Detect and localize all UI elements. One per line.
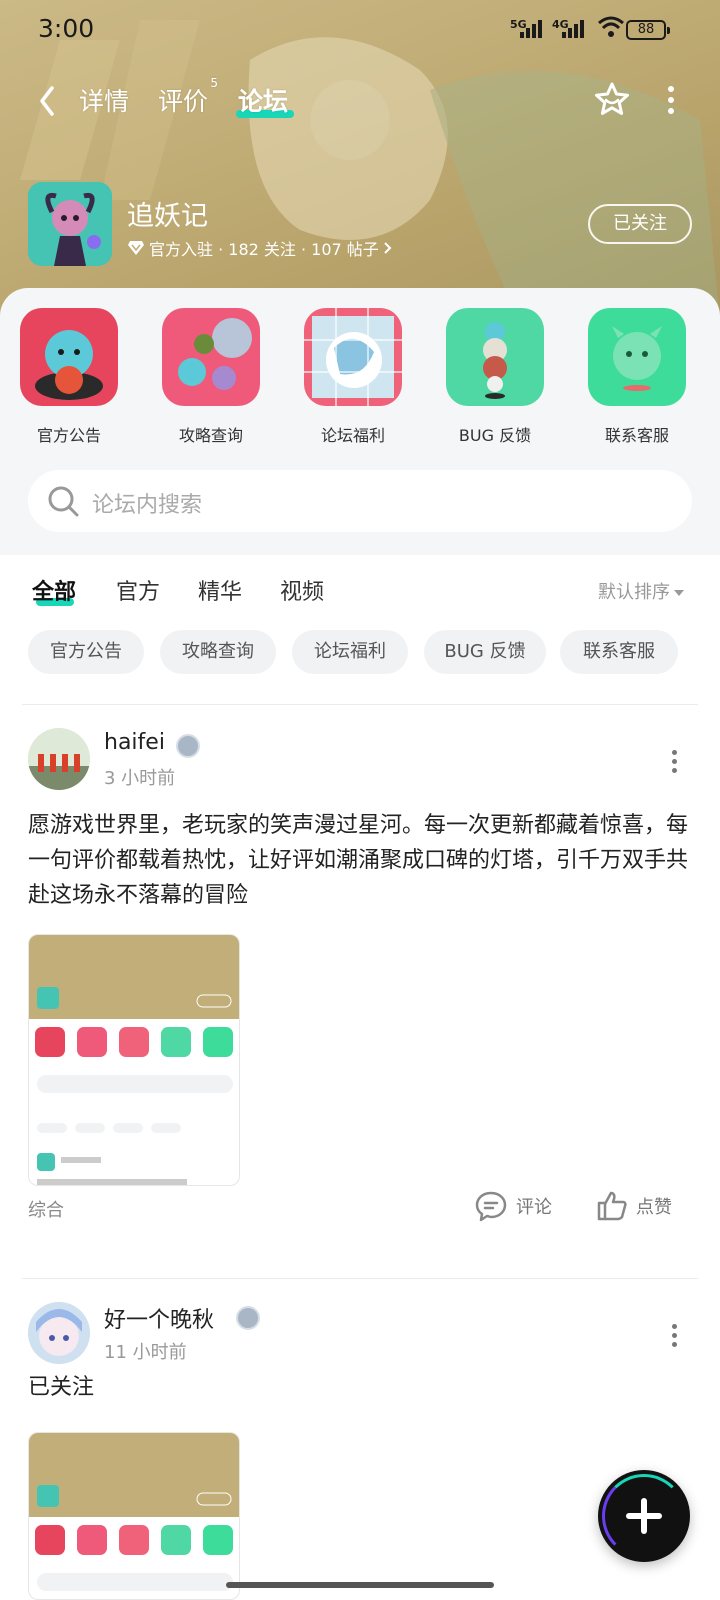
shortcut-label: 联系客服: [604, 426, 669, 445]
wifi-icon: [598, 16, 624, 37]
battery-indicator: 88: [626, 20, 670, 40]
tab-reviews[interactable]: 评价 5: [158, 76, 218, 118]
filter-tab-featured[interactable]: 精华: [198, 574, 242, 606]
chip-support[interactable]: 联系客服: [560, 630, 678, 674]
chip-announcements[interactable]: 官方公告: [28, 630, 144, 674]
divider: [22, 704, 698, 705]
shortcut-support[interactable]: 联系客服: [588, 308, 688, 446]
filter-tab-video[interactable]: 视频: [280, 574, 324, 606]
avatar[interactable]: [28, 728, 90, 790]
post-author[interactable]: haifei: [104, 730, 165, 755]
verified-diamond-icon: [128, 241, 144, 255]
like-button[interactable]: 点赞: [596, 1190, 672, 1222]
category-chips: 官方公告 攻略查询 论坛福利 BUG 反馈 联系客服: [0, 630, 720, 676]
filter-tab-all[interactable]: 全部: [32, 574, 76, 606]
shortcut-bug-report[interactable]: BUG 反馈: [446, 308, 546, 446]
like-label: 点赞: [636, 1197, 672, 1218]
forum-header: 3:00 5G 4G 88 详情 评价 5 论坛 追妖记 官方入驻 · 182 …: [0, 0, 720, 320]
game-title: 追妖记: [127, 201, 208, 232]
post-time: 3 小时前: [104, 768, 176, 789]
forum-search-bar[interactable]: 论坛内搜索: [28, 470, 692, 532]
shortcut-label: BUG 反馈: [458, 426, 532, 445]
plus-icon: [641, 1498, 647, 1534]
post-image[interactable]: [28, 1432, 240, 1600]
follow-button[interactable]: 已关注: [588, 204, 692, 244]
search-input[interactable]: 论坛内搜索: [92, 487, 202, 519]
favorite-star-icon[interactable]: [592, 80, 632, 120]
back-arrow-icon[interactable]: [34, 84, 62, 118]
comment-icon: [475, 1191, 507, 1222]
tab-reviews-count: 5: [210, 76, 219, 90]
more-options-icon[interactable]: [664, 86, 678, 116]
game-stats[interactable]: 官方入驻 · 182 关注 · 107 帖子: [127, 236, 393, 260]
comment-label: 评论: [516, 1197, 552, 1218]
customer-service-icon: [588, 308, 686, 406]
status-time: 3:00: [38, 14, 95, 43]
post-text[interactable]: 愿游戏世界里，老玩家的笑声漫过星河。每一次更新都藏着惊喜，每一句评价都载着热忱，…: [28, 808, 696, 913]
guide-icon: [162, 308, 260, 406]
comment-button[interactable]: 评论: [474, 1190, 552, 1222]
post-image[interactable]: [28, 934, 240, 1186]
screenshot-thumbnail: [29, 1433, 239, 1599]
benefits-icon: [304, 308, 402, 406]
shortcut-label: 官方公告: [36, 426, 101, 445]
chevron-right-icon: [384, 242, 392, 254]
thumbs-up-icon: [597, 1191, 627, 1221]
status-bar: 3:00 5G 4G 88: [0, 0, 720, 62]
shortcut-label: 攻略查询: [178, 426, 243, 445]
post-text[interactable]: 已关注: [28, 1370, 696, 1405]
announcement-icon: [20, 308, 118, 406]
post-time: 11 小时前: [104, 1342, 187, 1363]
post-category[interactable]: 综合: [28, 1196, 64, 1222]
chip-bug-report[interactable]: BUG 反馈: [424, 630, 546, 674]
chip-guides[interactable]: 攻略查询: [160, 630, 276, 674]
shortcut-announcements[interactable]: 官方公告: [20, 308, 120, 446]
game-character-icon: [28, 182, 112, 266]
top-nav: 详情 评价 5 论坛: [0, 70, 720, 130]
avatar-image: [28, 1302, 90, 1364]
shortcut-benefits[interactable]: 论坛福利: [304, 308, 404, 446]
shortcut-panel: 官方公告 攻略查询 论坛福利 BUG 反馈 联系客服 论坛内搜索: [0, 288, 720, 555]
game-stats-text: 官方入驻 · 182 关注 · 107 帖子: [149, 240, 379, 259]
user-level-badge-icon: [176, 734, 200, 758]
sort-label: 默认排序: [598, 582, 670, 603]
post-author[interactable]: 好一个晚秋: [104, 1302, 214, 1334]
post-more-icon[interactable]: [672, 750, 678, 777]
user-level-badge-icon: [236, 1306, 260, 1330]
chip-benefits[interactable]: 论坛福利: [292, 630, 408, 674]
post-more-icon[interactable]: [672, 1324, 678, 1351]
shortcut-guides[interactable]: 攻略查询: [162, 308, 262, 446]
shortcut-label: 论坛福利: [320, 426, 385, 445]
tab-forum[interactable]: 论坛: [238, 82, 288, 118]
avatar[interactable]: [28, 1302, 90, 1364]
post-card[interactable]: haifei 3 小时前 愿游戏世界里，老玩家的笑声漫过星河。每一次更新都藏着惊…: [0, 712, 720, 1272]
filter-tabs: 全部 官方 精华 视频 默认排序: [0, 568, 720, 618]
avatar-image: [28, 728, 90, 790]
filter-tab-official[interactable]: 官方: [116, 574, 160, 606]
screenshot-thumbnail: [29, 935, 239, 1185]
home-indicator[interactable]: [226, 1582, 494, 1588]
tab-reviews-label: 评价: [158, 87, 209, 116]
signal-4g-icon: [562, 20, 584, 38]
game-icon[interactable]: [28, 182, 112, 266]
search-icon: [48, 486, 79, 517]
bug-report-icon: [446, 308, 544, 406]
signal-5g-icon: [520, 20, 542, 38]
sort-dropdown[interactable]: 默认排序: [598, 578, 684, 604]
new-post-button[interactable]: [598, 1470, 690, 1562]
tab-details[interactable]: 详情: [79, 82, 129, 118]
divider: [22, 1278, 698, 1279]
caret-down-icon: [674, 590, 684, 596]
post-card[interactable]: 好一个晚秋 11 小时前 已关注: [0, 1284, 720, 1600]
